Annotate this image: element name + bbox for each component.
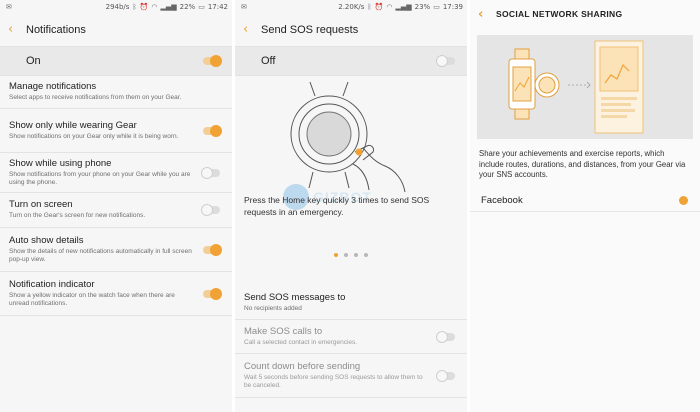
- setting-title: Manage notifications: [9, 81, 97, 93]
- battery-icon: ▭: [198, 2, 205, 11]
- setting-toggle[interactable]: [203, 243, 222, 256]
- setting-subtitle: Call a selected contact in emergencies.: [244, 338, 358, 346]
- setting-show-only-while-wearing[interactable]: Show only while wearing Gear Show notifi…: [0, 109, 232, 153]
- master-toggle[interactable]: [436, 55, 455, 67]
- network-speed: 2.20K/s: [338, 2, 365, 11]
- wifi-icon: ◠: [151, 2, 158, 11]
- sns-item-facebook[interactable]: Facebook: [470, 190, 700, 212]
- page-title: SOCIAL NETWORK SHARING: [496, 9, 623, 19]
- battery-level: 22%: [179, 2, 196, 11]
- setting-title: Count down before sending: [244, 360, 361, 372]
- setting-subtitle: No recipients added: [244, 304, 302, 312]
- page-indicator: [235, 253, 467, 257]
- setting-toggle[interactable]: [203, 287, 222, 300]
- sharing-illustration-card: [477, 35, 693, 139]
- setting-turn-on-screen[interactable]: Turn on screen Turn on the Gear's screen…: [0, 193, 232, 228]
- alarm-icon: ⏰: [374, 2, 384, 11]
- setting-auto-show-details[interactable]: Auto show details Show the details of ne…: [0, 228, 232, 272]
- notification-settings-list: Manage notifications Select apps to rece…: [0, 76, 232, 316]
- watch-to-report-illustration: [508, 40, 644, 134]
- setting-toggle[interactable]: [436, 369, 455, 382]
- network-speed: 294b/s: [105, 2, 130, 11]
- back-arrow-icon[interactable]: ‹: [243, 22, 261, 37]
- sns-item-label: Facebook: [481, 194, 523, 206]
- sos-settings-list: Send SOS messages to No recipients added…: [235, 286, 467, 398]
- sos-screen: ✉ 2.20K/s ᛒ ⏰ ◠ ▂▄▆ 23% ▭ 17:39 ‹ Send S…: [235, 0, 467, 412]
- page-title: Send SOS requests: [261, 23, 359, 36]
- setting-send-sos-messages[interactable]: Send SOS messages to No recipients added: [235, 286, 467, 320]
- page-dot[interactable]: [344, 253, 348, 257]
- notification-icon: ✉: [241, 3, 247, 11]
- master-switch-label: Off: [261, 55, 276, 67]
- setting-subtitle: Show notifications on your Gear only whi…: [9, 132, 179, 140]
- setting-show-while-using-phone[interactable]: Show while using phone Show notification…: [0, 153, 232, 193]
- back-arrow-icon[interactable]: ‹: [8, 22, 26, 37]
- setting-title: Show only while wearing Gear: [9, 119, 137, 131]
- sos-instruction-text: Press the Home key quickly 3 times to se…: [244, 195, 430, 217]
- setting-title: Auto show details: [9, 234, 84, 246]
- setting-notification-indicator[interactable]: Notification indicator Show a yellow ind…: [0, 272, 232, 316]
- setting-subtitle: Wait 5 seconds before sending SOS reques…: [244, 373, 423, 390]
- setting-subtitle: Select apps to receive notifications fro…: [9, 94, 182, 102]
- setting-title: Show while using phone: [9, 157, 112, 169]
- setting-toggle[interactable]: [201, 204, 220, 216]
- app-bar: ‹ Notifications: [0, 13, 232, 46]
- sharing-description: Share your achievements and exercise rep…: [479, 149, 686, 179]
- page-dot[interactable]: [354, 253, 358, 257]
- watch-press-illustration: [290, 81, 406, 193]
- setting-subtitle: Show the details of new notifications au…: [9, 247, 192, 264]
- bluetooth-icon: ᛒ: [367, 2, 372, 11]
- status-bar: ✉ 294b/s ᛒ ⏰ ◠ ▂▄▆ 22% ▭ 17:42: [0, 0, 232, 13]
- setting-subtitle: Turn on the Gear's screen for new notifi…: [9, 212, 146, 220]
- notifications-screen: ✉ 294b/s ᛒ ⏰ ◠ ▂▄▆ 22% ▭ 17:42 ‹ Notific…: [0, 0, 232, 412]
- alarm-icon: ⏰: [139, 2, 149, 11]
- sos-tutorial-card: GIZBOT Press the Home key quickly 3 time…: [235, 76, 467, 286]
- wifi-icon: ◠: [386, 2, 393, 11]
- social-sharing-screen: ‹ SOCIAL NETWORK SHARING Share your achi…: [470, 0, 700, 412]
- setting-title: Notification indicator: [9, 278, 95, 290]
- battery-icon: ▭: [433, 2, 440, 11]
- page-dot[interactable]: [334, 253, 338, 257]
- notification-icon: ✉: [6, 3, 12, 11]
- setting-subtitle: Show a yellow indicator on the watch fac…: [9, 291, 175, 308]
- setting-toggle[interactable]: [201, 166, 220, 179]
- page-dot[interactable]: [364, 253, 368, 257]
- setting-make-sos-calls[interactable]: Make SOS calls to Call a selected contac…: [235, 320, 467, 354]
- bluetooth-icon: ᛒ: [132, 2, 137, 11]
- setting-toggle[interactable]: [436, 330, 455, 343]
- signal-icon: ▂▄▆: [160, 2, 177, 11]
- setting-count-down[interactable]: Count down before sending Wait 5 seconds…: [235, 354, 467, 398]
- setting-title: Make SOS calls to: [244, 325, 323, 337]
- app-bar: ‹ SOCIAL NETWORK SHARING: [470, 0, 700, 28]
- setting-subtitle: Show notifications from your phone on yo…: [9, 170, 191, 187]
- master-switch-label: On: [26, 55, 41, 67]
- battery-level: 23%: [414, 2, 431, 11]
- setting-manage-notifications[interactable]: Manage notifications Select apps to rece…: [0, 76, 232, 109]
- setting-title: Send SOS messages to: [244, 291, 346, 303]
- clock: 17:39: [442, 2, 463, 11]
- master-switch-bar[interactable]: On: [0, 46, 232, 76]
- signal-icon: ▂▄▆: [395, 2, 412, 11]
- app-bar: ‹ Send SOS requests: [235, 13, 467, 46]
- clock: 17:42: [207, 2, 228, 11]
- master-switch-bar[interactable]: Off: [235, 46, 467, 76]
- back-arrow-icon[interactable]: ‹: [478, 7, 496, 22]
- master-toggle[interactable]: [203, 55, 222, 67]
- status-bar: ✉ 2.20K/s ᛒ ⏰ ◠ ▂▄▆ 23% ▭ 17:39: [235, 0, 467, 13]
- page-title: Notifications: [26, 23, 86, 36]
- enabled-indicator[interactable]: [679, 195, 688, 205]
- setting-toggle[interactable]: [203, 124, 222, 137]
- setting-title: Turn on screen: [9, 199, 73, 211]
